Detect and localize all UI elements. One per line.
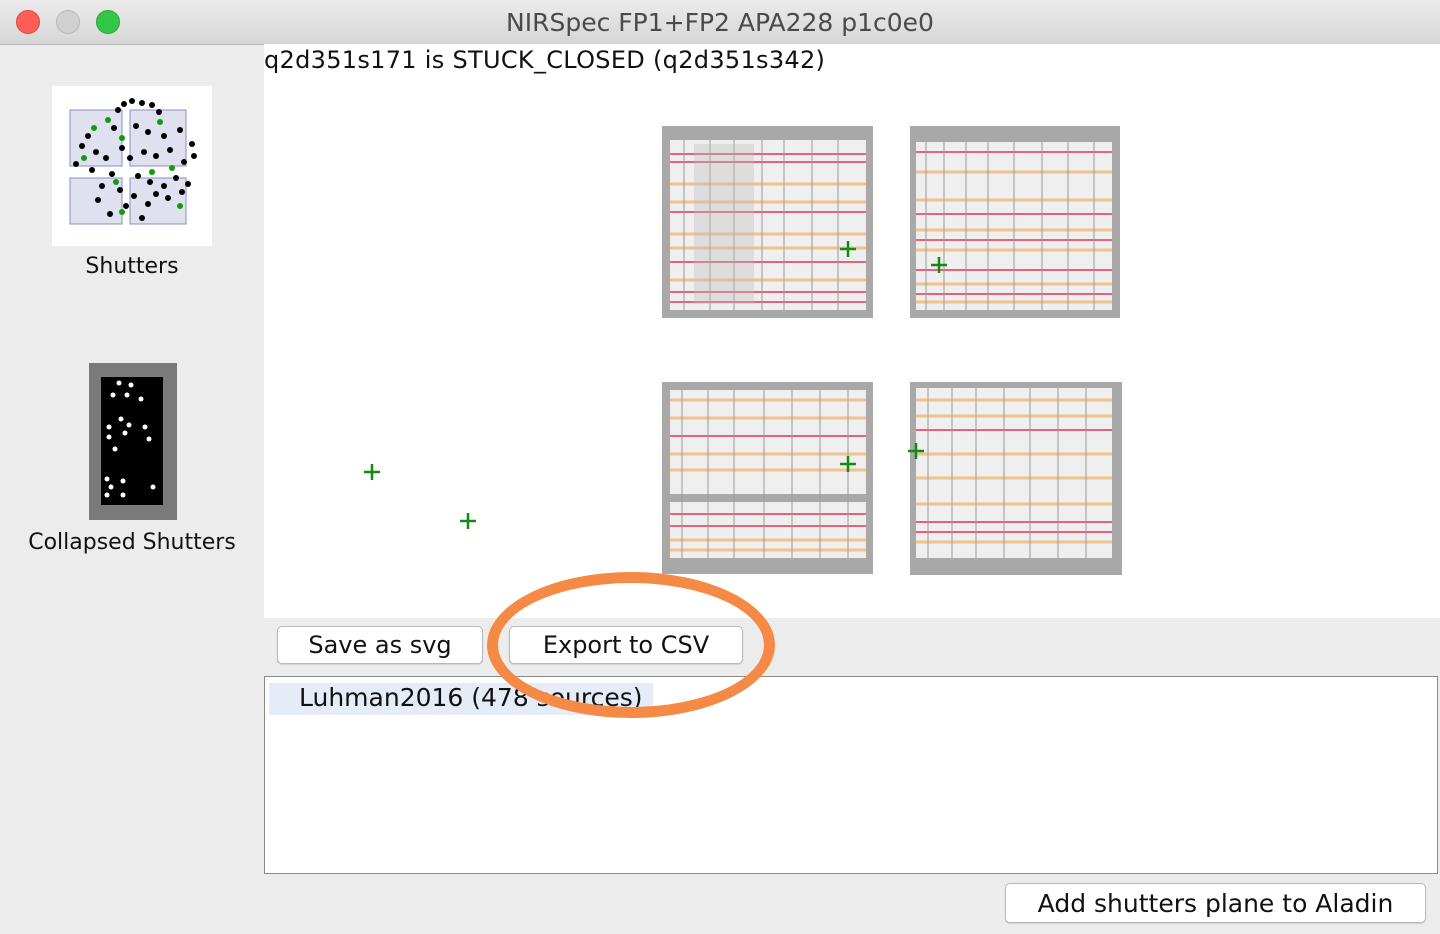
window-title: NIRSpec FP1+FP2 APA228 p1c0e0	[506, 8, 934, 37]
export-to-csv-button[interactable]: Export to CSV	[509, 626, 743, 664]
target-marker	[460, 513, 476, 529]
save-as-svg-button[interactable]: Save as svg	[277, 626, 483, 664]
sidebar-item-collapsed-shutters-label[interactable]: Collapsed Shutters	[14, 530, 250, 555]
quadrant-4	[910, 382, 1122, 575]
window-titlebar: NIRSpec FP1+FP2 APA228 p1c0e0	[0, 0, 1440, 45]
quadrant-plot[interactable]	[264, 44, 1440, 618]
collapsed-shutters-thumbnail[interactable]	[89, 363, 177, 520]
add-shutters-plane-button[interactable]: Add shutters plane to Aladin	[1005, 883, 1426, 923]
quadrant-3	[662, 382, 873, 574]
shutters-thumbnail[interactable]	[52, 86, 212, 246]
list-item[interactable]: Luhman2016 (478 sources)	[269, 683, 653, 715]
collapsed-preview-icon	[101, 377, 163, 505]
target-marker	[364, 464, 380, 480]
catalog-label: Luhman2016 (478 sources)	[299, 683, 643, 712]
quadrant-1	[662, 126, 873, 318]
shutter-canvas[interactable]: q2d351s171 is STUCK_CLOSED (q2d351s342)	[264, 44, 1440, 618]
catalog-list[interactable]: Luhman2016 (478 sources)	[264, 676, 1438, 874]
sidebar-item-shutters-label[interactable]: Shutters	[52, 254, 212, 279]
shutters-preview-icon	[69, 98, 197, 225]
quadrant-2	[910, 126, 1120, 318]
